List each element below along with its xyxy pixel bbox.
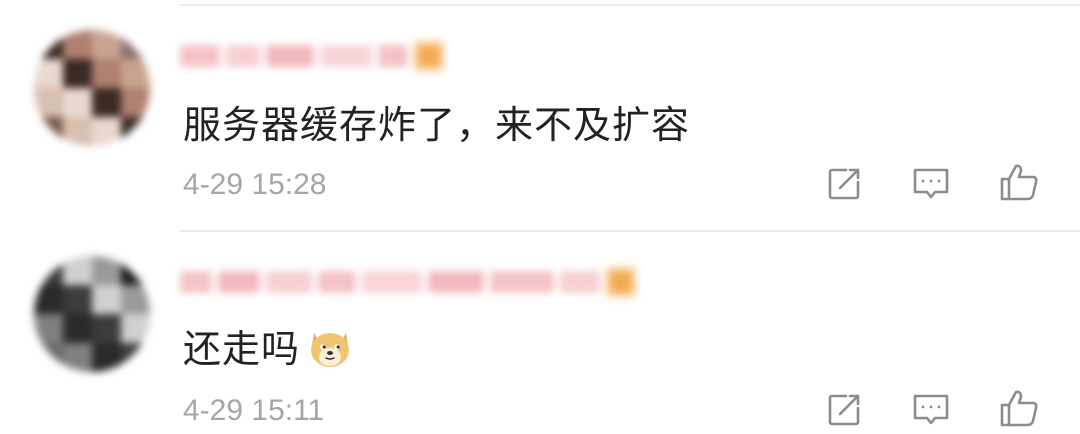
avatar-mosaic-cell bbox=[92, 59, 121, 88]
comment-timestamp: 4-29 15:28 bbox=[183, 168, 327, 201]
reply-button[interactable] bbox=[909, 164, 953, 208]
reply-button[interactable] bbox=[909, 390, 953, 434]
share-icon bbox=[826, 166, 862, 206]
username-blurred[interactable] bbox=[180, 36, 444, 76]
avatar-mosaic-cell bbox=[92, 343, 121, 372]
avatar-mosaic-cell bbox=[63, 256, 92, 285]
avatar-mosaic-cell bbox=[92, 30, 121, 59]
avatar-mosaic-cell bbox=[63, 30, 92, 59]
share-button[interactable] bbox=[822, 164, 866, 208]
avatar-mosaic-cell bbox=[121, 314, 150, 343]
avatar-mosaic-cell bbox=[121, 117, 150, 146]
avatar-mosaic-cell bbox=[63, 314, 92, 343]
comment-text: 服务器缓存炸了，来不及扩容 bbox=[183, 103, 691, 147]
avatar-mosaic-cell bbox=[63, 88, 92, 117]
avatar[interactable] bbox=[34, 256, 150, 372]
avatar-mosaic-cell bbox=[34, 314, 63, 343]
avatar-mosaic-cell bbox=[63, 343, 92, 372]
avatar[interactable] bbox=[34, 30, 150, 146]
thumbs-up-icon bbox=[998, 162, 1040, 206]
like-button[interactable] bbox=[997, 388, 1041, 432]
avatar-mosaic-cell bbox=[92, 314, 121, 343]
avatar-mosaic-cell bbox=[34, 88, 63, 117]
comment-item: 还走吗 4-29 15:11 bbox=[0, 232, 1080, 427]
like-button[interactable] bbox=[997, 162, 1041, 206]
avatar-mosaic-cell bbox=[63, 285, 92, 314]
avatar-mosaic-cell bbox=[121, 256, 150, 285]
share-button[interactable] bbox=[822, 390, 866, 434]
avatar-mosaic-cell bbox=[34, 30, 63, 59]
avatar-mosaic-cell bbox=[63, 59, 92, 88]
avatar-mosaic-cell bbox=[121, 30, 150, 59]
avatar-mosaic-cell bbox=[63, 117, 92, 146]
comment-item: 服务器缓存炸了，来不及扩容 4-29 15:28 bbox=[0, 0, 1080, 230]
avatar-mosaic-cell bbox=[34, 117, 63, 146]
share-icon bbox=[826, 392, 862, 432]
avatar-mosaic-cell bbox=[92, 285, 121, 314]
doge-emoji bbox=[306, 323, 354, 380]
avatar-mosaic-cell bbox=[34, 59, 63, 88]
username-blurred[interactable] bbox=[180, 262, 636, 302]
comment-text-body: 还走吗 bbox=[183, 327, 301, 371]
comment-icon bbox=[911, 166, 951, 206]
thumbs-up-icon bbox=[998, 388, 1040, 432]
avatar-mosaic-cell bbox=[121, 59, 150, 88]
avatar-mosaic-cell bbox=[92, 256, 121, 285]
avatar-mosaic-cell bbox=[121, 88, 150, 117]
comment-icon bbox=[911, 392, 951, 432]
vip-badge-icon bbox=[606, 267, 636, 297]
avatar-mosaic-cell bbox=[121, 285, 150, 314]
vip-badge-icon bbox=[414, 41, 444, 71]
avatar-mosaic-cell bbox=[121, 343, 150, 372]
avatar-mosaic-cell bbox=[34, 256, 63, 285]
avatar-mosaic-cell bbox=[34, 343, 63, 372]
avatar-mosaic-cell bbox=[92, 88, 121, 117]
comment-text: 还走吗 bbox=[183, 318, 354, 380]
avatar-mosaic-cell bbox=[34, 285, 63, 314]
avatar-mosaic-cell bbox=[92, 117, 121, 146]
